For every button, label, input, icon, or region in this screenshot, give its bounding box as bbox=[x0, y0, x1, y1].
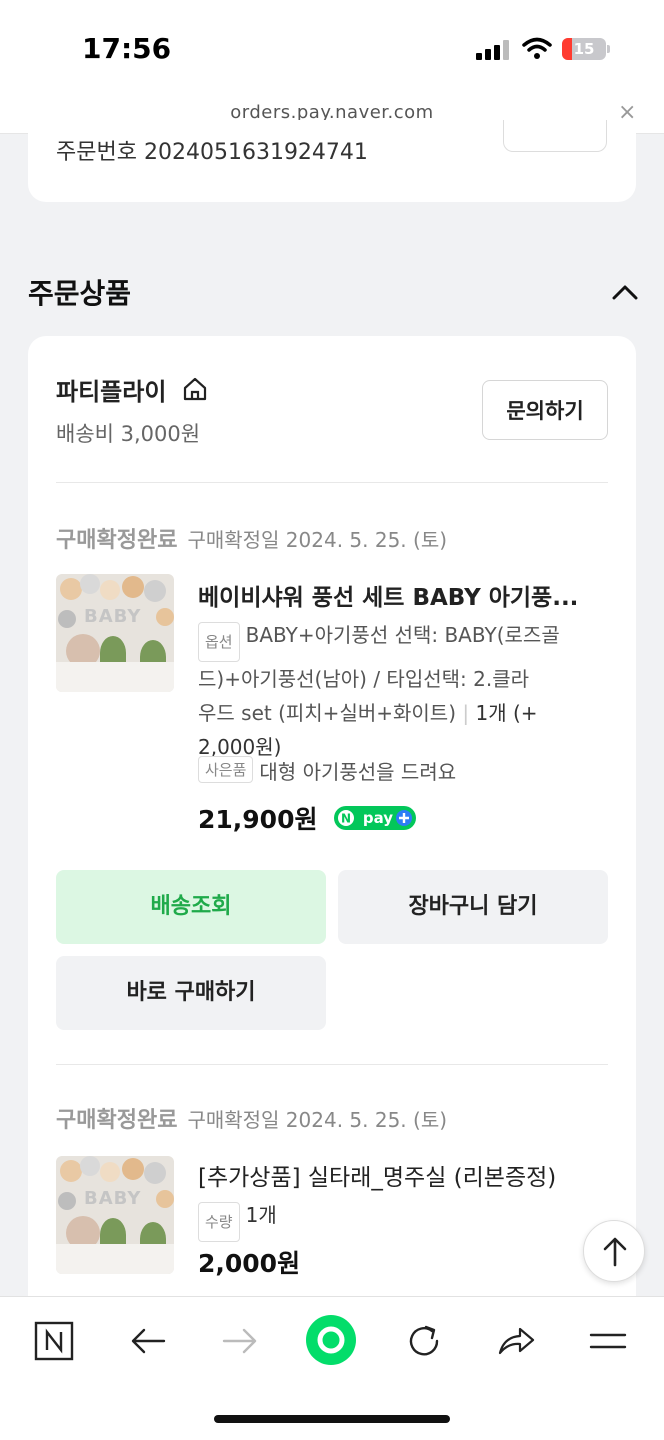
arrow-up-icon bbox=[603, 1237, 627, 1267]
share-icon[interactable] bbox=[496, 1321, 536, 1361]
wifi-icon bbox=[522, 37, 552, 59]
order-number: 주문번호 2024051631924741 bbox=[56, 134, 368, 166]
quantity-value: 1개 bbox=[245, 1203, 277, 1227]
option-quantity: 1개 (+ bbox=[475, 701, 538, 725]
product-name[interactable]: [추가상품] 실타래_명주실 (리본증정) bbox=[198, 1158, 598, 1192]
menu-icon[interactable] bbox=[588, 1321, 628, 1361]
item-status-row: 구매확정완료 구매확정일 2024. 5. 25. (토) bbox=[56, 1102, 447, 1134]
shipping-fee: 배송비 3,000원 bbox=[56, 422, 201, 446]
status-time: 17:56 bbox=[82, 32, 172, 65]
confirm-date: 구매확정일 2024. 5. 25. (토) bbox=[187, 528, 448, 552]
home-indicator bbox=[214, 1415, 450, 1423]
product-thumbnail[interactable]: BABY bbox=[56, 574, 174, 692]
price-value: 2,000원 bbox=[198, 1249, 301, 1278]
order-number-value: 2024051631924741 bbox=[143, 140, 368, 165]
divider bbox=[56, 482, 608, 483]
product-thumbnail[interactable]: BABY bbox=[56, 1156, 174, 1274]
divider bbox=[56, 1064, 608, 1065]
svg-text:pay: pay bbox=[363, 809, 393, 827]
forward-arrow-icon[interactable] bbox=[220, 1321, 260, 1361]
browser-bottom-bar bbox=[0, 1296, 664, 1440]
product-price: 21,900원 N pay bbox=[198, 800, 417, 836]
section-title: 주문상품 bbox=[28, 277, 132, 310]
order-info-card: 주문번호 2024051631924741 bbox=[28, 120, 636, 202]
quantity-tag: 수량 bbox=[198, 1202, 240, 1242]
purchase-status: 구매확정완료 bbox=[56, 528, 178, 553]
naver-home-icon[interactable] bbox=[34, 1321, 74, 1361]
product-name[interactable]: 베이비샤워 풍선 세트 BABY 아기풍... bbox=[198, 578, 598, 612]
green-dot-icon[interactable] bbox=[304, 1313, 358, 1367]
track-delivery-button[interactable]: 배송조회 bbox=[56, 870, 326, 944]
chevron-up-icon[interactable] bbox=[608, 276, 642, 310]
option-line: 우드 set (피치+실버+화이트) bbox=[198, 701, 457, 725]
item-status-row: 구매확정완료 구매확정일 2024. 5. 25. (토) bbox=[56, 522, 447, 554]
option-tag: 옵션 bbox=[198, 622, 240, 662]
product-quantity: 수량 1개 bbox=[198, 1198, 608, 1242]
battery-level: 15 bbox=[573, 40, 595, 58]
option-line: BABY+아기풍선 선택: BABY(로즈골 bbox=[245, 623, 560, 647]
store-home-icon[interactable] bbox=[182, 376, 208, 402]
seller-name[interactable]: 파티플라이 bbox=[56, 372, 166, 407]
order-number-label: 주문번호 bbox=[56, 140, 137, 165]
confirm-date: 구매확정일 2024. 5. 25. (토) bbox=[187, 1108, 448, 1132]
status-bar: 17:56 15 bbox=[0, 0, 664, 96]
npay-plus-badge: N pay bbox=[334, 806, 417, 830]
product-option: 옵션 BABY+아기풍선 선택: BABY(로즈골 드)+아기풍선(남아) / 타… bbox=[198, 622, 560, 759]
add-to-cart-button[interactable]: 장바구니 담기 bbox=[338, 870, 608, 944]
scroll-top-button[interactable] bbox=[583, 1220, 645, 1282]
svg-text:N: N bbox=[341, 812, 351, 826]
gift-info: 사은품 대형 아기풍선을 드려요 bbox=[198, 756, 456, 785]
refresh-icon[interactable] bbox=[404, 1321, 444, 1361]
inquiry-button[interactable]: 문의하기 bbox=[482, 380, 608, 440]
order-detail-button[interactable] bbox=[503, 120, 607, 152]
order-items-card: 파티플라이 배송비 3,000원 문의하기 구매확정완료구매확정일 2024. … bbox=[28, 336, 636, 1316]
product-price: 2,000원 bbox=[198, 1244, 300, 1280]
price-value: 21,900원 bbox=[198, 805, 318, 834]
option-line: 드)+아기풍선(남아) / 타입선택: 2.클라 bbox=[198, 667, 529, 691]
gift-text: 대형 아기풍선을 드려요 bbox=[259, 760, 457, 784]
back-arrow-icon[interactable] bbox=[128, 1321, 168, 1361]
cellular-signal-icon bbox=[476, 40, 509, 60]
gift-tag: 사은품 bbox=[198, 756, 254, 783]
buy-now-button[interactable]: 바로 구매하기 bbox=[56, 956, 326, 1030]
purchase-status: 구매확정완료 bbox=[56, 1108, 178, 1133]
battery-icon: 15 bbox=[562, 38, 606, 60]
